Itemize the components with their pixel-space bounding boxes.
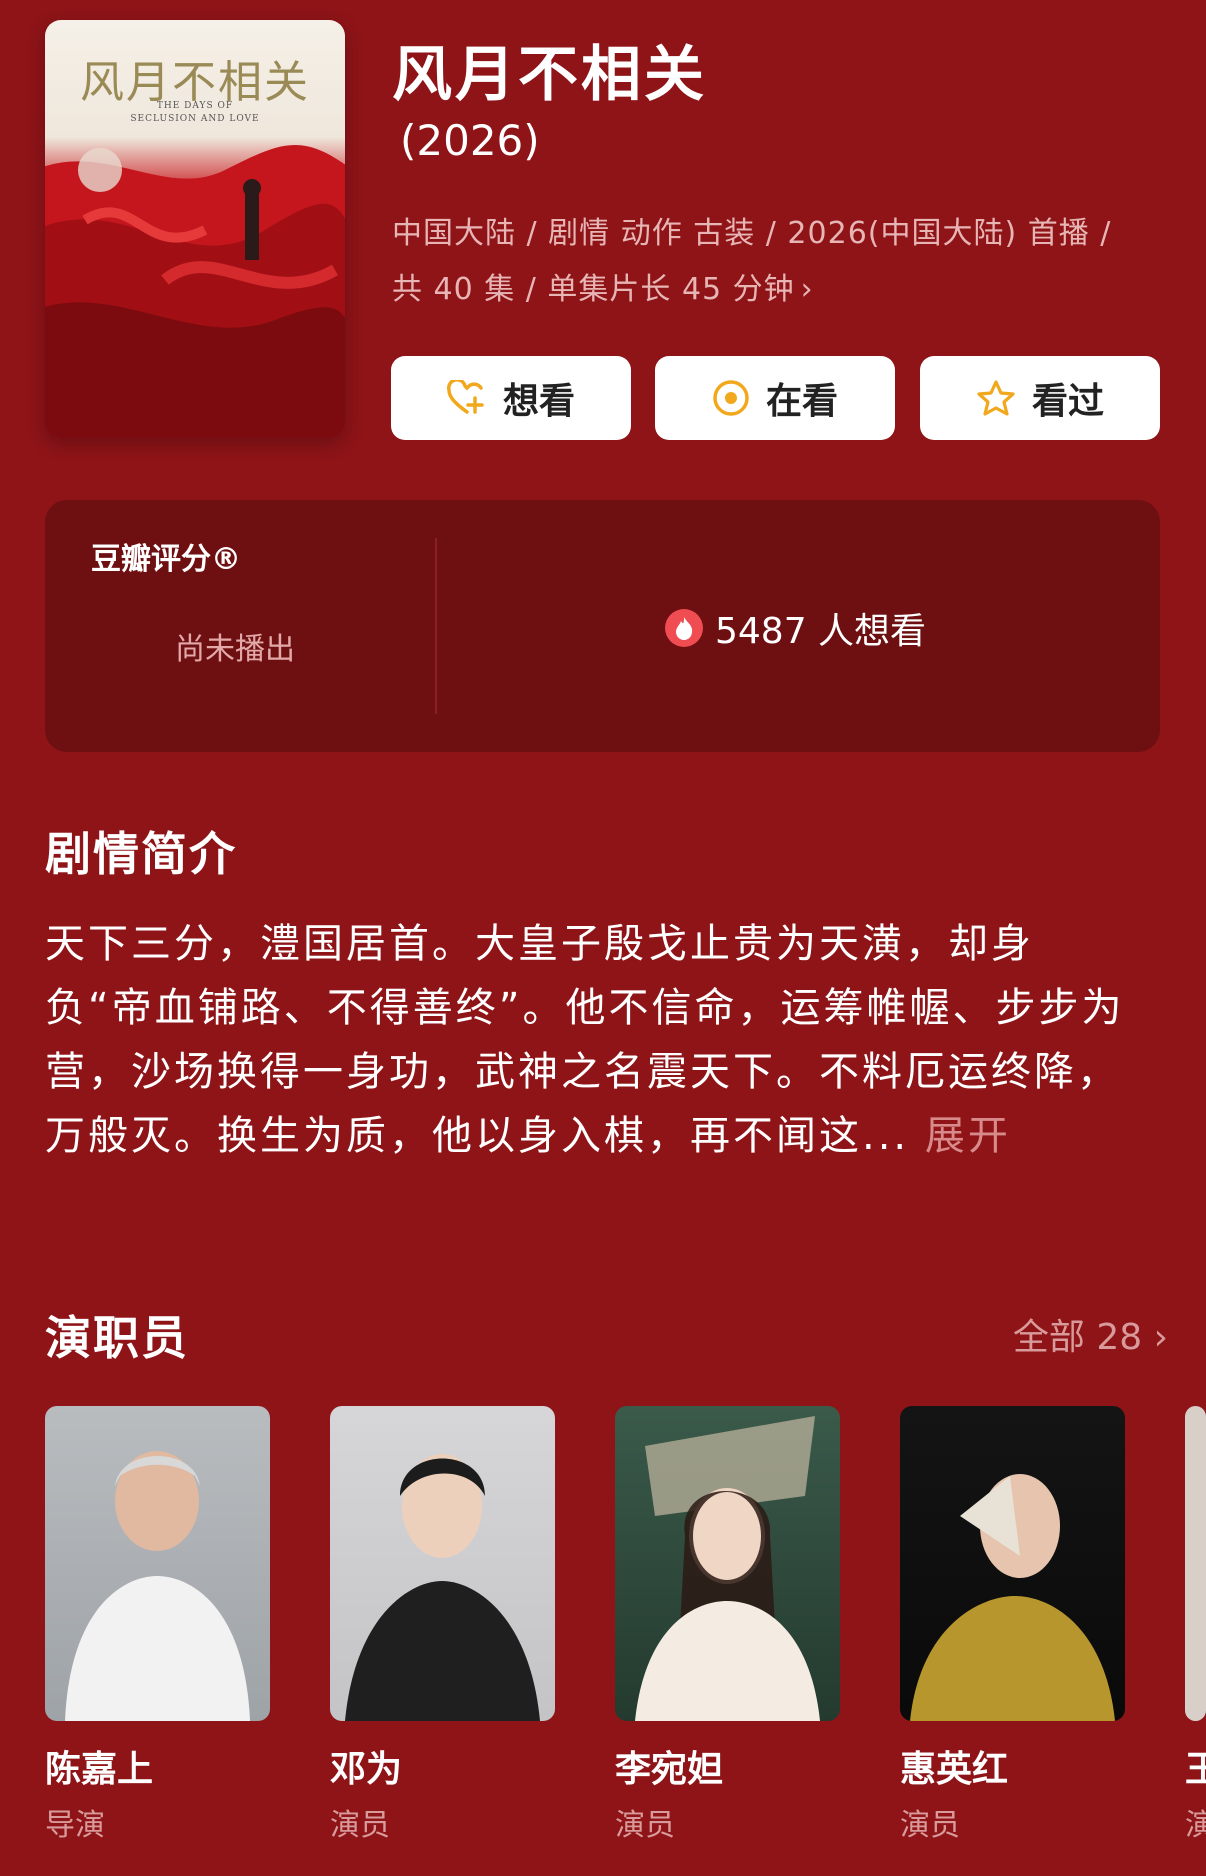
cast-role-5: 演 [1185, 1808, 1206, 1843]
cast-photo-5[interactable] [1185, 1406, 1206, 1721]
cast-name-4[interactable]: 惠英红 [900, 1740, 1008, 1792]
want-to-watch-button[interactable]: 想看 [391, 356, 631, 440]
cast-role-4: 演员 [900, 1808, 960, 1843]
person-avatar-icon [65, 1451, 250, 1721]
heart-plus-icon [447, 380, 487, 416]
cast-name-5[interactable]: 王 [1185, 1740, 1206, 1792]
meta-info[interactable]: 中国大陆 / 剧情 动作 古装 / 2026(中国大陆) 首播 / 共 40 集… [392, 206, 1172, 318]
want-count-text: 5487 人想看 [715, 611, 927, 652]
cast-name-3[interactable]: 李宛妲 [615, 1740, 723, 1792]
poster-image[interactable]: 风月不相关 THE DAYS OF SECLUSION AND LOVE [45, 20, 345, 438]
rating-status: 尚未播出 [175, 632, 295, 667]
want-to-watch-label: 想看 [502, 381, 575, 422]
chevron-right-icon: › [1153, 1317, 1168, 1358]
person-avatar-icon [345, 1454, 540, 1721]
cast-role-1: 导演 [45, 1808, 105, 1843]
watching-button[interactable]: 在看 [655, 356, 895, 440]
meta-line-2: 共 40 集 / 单集片长 45 分钟 › [392, 262, 1172, 318]
rating-card[interactable]: 豆瓣评分® 尚未播出 5487 人想看 [45, 500, 1160, 752]
meta-line-1: 中国大陆 / 剧情 动作 古装 / 2026(中国大陆) 首播 / [392, 216, 1112, 251]
target-circle-icon [712, 379, 750, 417]
expand-link[interactable]: 展开 [925, 1113, 1011, 1159]
cast-photo-2[interactable] [330, 1406, 555, 1721]
want-count: 5487 人想看 [665, 602, 926, 654]
cast-photo-1[interactable] [45, 1406, 270, 1721]
cast-photo-3[interactable] [615, 1406, 840, 1721]
person-avatar-icon [635, 1416, 820, 1721]
cast-heading: 演职员 [45, 1311, 189, 1365]
watched-label: 看过 [1031, 381, 1104, 422]
cast-name-2[interactable]: 邓为 [330, 1740, 402, 1792]
fire-icon [665, 609, 703, 647]
synopsis-heading: 剧情简介 [45, 827, 237, 881]
watching-label: 在看 [765, 381, 838, 422]
cast-name-1[interactable]: 陈嘉上 [45, 1740, 153, 1792]
see-all-cast-link[interactable]: 全部 28 › [1013, 1308, 1168, 1360]
cast-role-3: 演员 [615, 1808, 675, 1843]
douban-rating-label: 豆瓣评分® [91, 542, 241, 577]
synopsis-text: 天下三分，澧国居首。大皇子殷戈止贵为天潢，却身负“帝血铺路、不得善终”。他不信命… [45, 912, 1135, 1168]
meta-line-2-text: 共 40 集 / 单集片长 45 分钟 [392, 272, 795, 307]
see-all-cast-label: 全部 28 [1012, 1317, 1143, 1358]
cast-photo-4[interactable] [900, 1406, 1125, 1721]
divider [435, 538, 437, 714]
person-avatar-icon [910, 1474, 1115, 1721]
page-title: 风月不相关 [392, 40, 707, 110]
chevron-right-icon: › [800, 272, 814, 307]
release-year: (2026) [400, 116, 540, 165]
watched-button[interactable]: 看过 [920, 356, 1160, 440]
star-icon [976, 379, 1016, 417]
cast-role-2: 演员 [330, 1808, 390, 1843]
poster-subtitle: THE DAYS OF SECLUSION AND LOVE [130, 101, 260, 124]
